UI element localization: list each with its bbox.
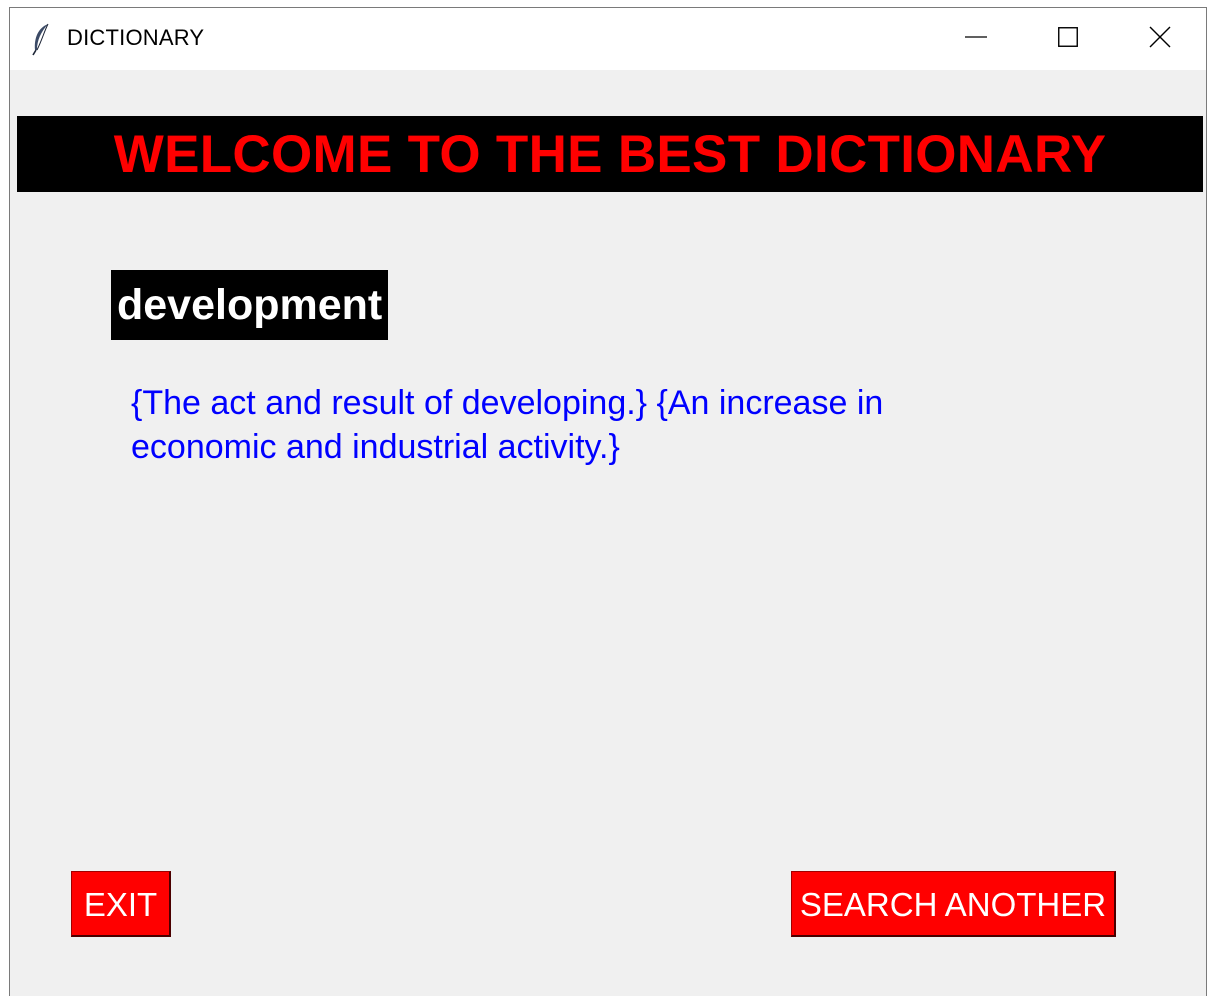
feather-icon [30, 22, 52, 56]
search-another-button[interactable]: SEARCH ANOTHER [791, 871, 1116, 937]
welcome-banner: WELCOME TO THE BEST DICTIONARY [17, 116, 1203, 192]
title-bar[interactable]: DICTIONARY [10, 8, 1206, 70]
close-icon [1149, 26, 1171, 53]
app-window: DICTIONARY WELCOME TO THE BEST DICTIONAR… [9, 7, 1207, 996]
window-title: DICTIONARY [67, 25, 205, 50]
close-button[interactable] [1114, 8, 1206, 70]
banner-title: WELCOME TO THE BEST DICTIONARY [113, 124, 1107, 184]
definition-text: {The act and result of developing.} {An … [131, 384, 884, 466]
maximize-icon [1058, 26, 1078, 52]
minimize-button[interactable] [930, 8, 1022, 70]
word-label: development [111, 270, 389, 340]
minimize-icon [965, 26, 987, 53]
exit-button[interactable]: EXIT [71, 871, 171, 937]
maximize-button[interactable] [1022, 8, 1114, 70]
